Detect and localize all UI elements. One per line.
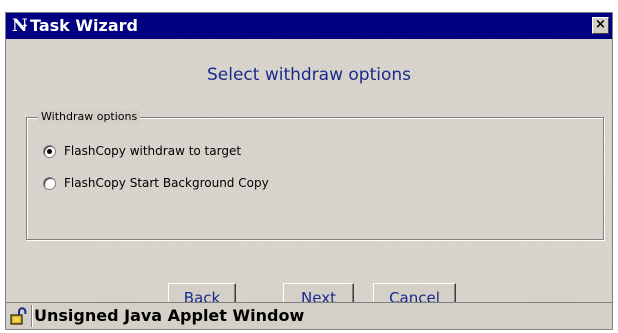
- close-button[interactable]: ×: [592, 17, 609, 34]
- radio-button-selected[interactable]: [43, 144, 56, 158]
- wizard-heading: Select withdraw options: [206, 65, 412, 85]
- title-bar[interactable]: N ✦ Task Wizard ×: [6, 13, 612, 39]
- option-label: FlashCopy withdraw to target: [64, 144, 242, 158]
- netscape-logo-icon: N ✦: [12, 16, 28, 36]
- window-title: Task Wizard: [30, 16, 138, 35]
- radio-button[interactable]: [43, 176, 56, 190]
- status-divider: [31, 305, 32, 327]
- option-label: FlashCopy Start Background Copy: [64, 176, 269, 190]
- unlocked-padlock-icon: [10, 307, 27, 325]
- option-withdraw-to-target[interactable]: FlashCopy withdraw to target: [43, 142, 241, 160]
- option-start-background-copy[interactable]: FlashCopy Start Background Copy: [43, 174, 269, 192]
- wizard-content: Select withdraw options Withdraw options…: [6, 39, 612, 313]
- task-wizard-window: N ✦ Task Wizard × Select withdraw options…: [5, 12, 613, 330]
- close-icon: ×: [595, 17, 606, 32]
- group-title: Withdraw options: [38, 110, 141, 124]
- withdraw-options-group: Withdraw options FlashCopy withdraw to t…: [26, 110, 604, 240]
- status-text: Unsigned Java Applet Window: [34, 306, 305, 325]
- status-bar: Unsigned Java Applet Window: [6, 302, 612, 329]
